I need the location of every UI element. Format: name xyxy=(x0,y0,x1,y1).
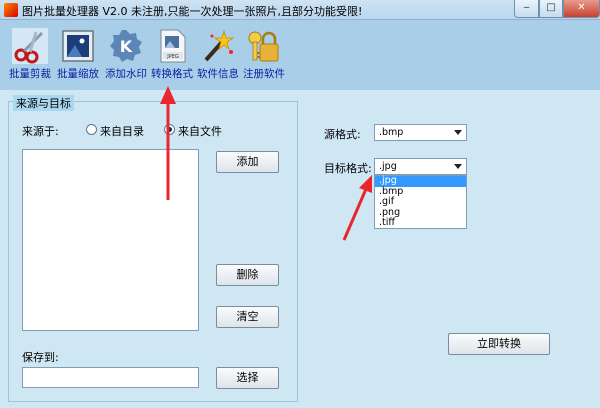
annotation-arrows xyxy=(160,86,372,241)
annotation-arrow-format xyxy=(342,175,372,241)
annotation-arrow-toolbar xyxy=(160,86,176,200)
